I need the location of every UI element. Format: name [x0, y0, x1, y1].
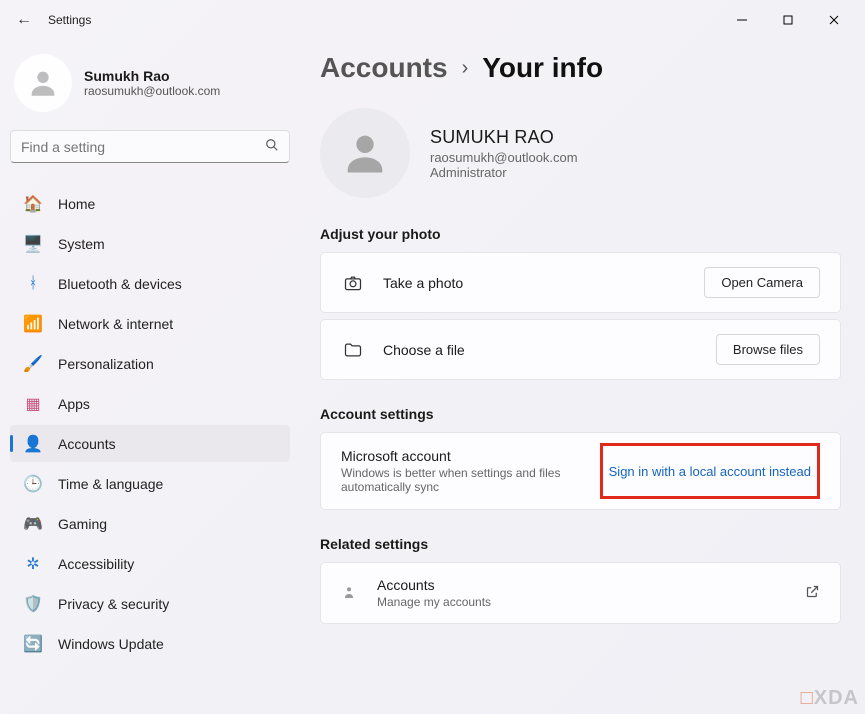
sidebar-item-network-internet[interactable]: 📶 Network & internet: [10, 305, 290, 342]
sidebar-item-accessibility[interactable]: ✲ Accessibility: [10, 545, 290, 582]
breadcrumb-parent[interactable]: Accounts: [320, 52, 448, 84]
sidebar-item-label: Bluetooth & devices: [58, 276, 182, 292]
sign-in-local-account-link[interactable]: Sign in with a local account instead: [609, 464, 811, 479]
profile-email: raosumukh@outlook.com: [430, 150, 578, 165]
profile-header: SUMUKH RAO raosumukh@outlook.com Adminis…: [320, 108, 841, 198]
search-box[interactable]: [10, 130, 290, 163]
choose-file-label: Choose a file: [383, 342, 716, 358]
take-photo-row: Take a photo Open Camera: [321, 253, 840, 312]
ms-account-subtitle: Windows is better when settings and file…: [341, 466, 600, 494]
chevron-right-icon: ›: [462, 57, 469, 80]
open-external-icon: [805, 584, 820, 602]
search-icon: [265, 138, 279, 155]
sidebar-item-label: Windows Update: [58, 636, 164, 652]
sidebar-item-label: Accessibility: [58, 556, 134, 572]
sidebar-item-bluetooth-devices[interactable]: ᚼ Bluetooth & devices: [10, 265, 290, 302]
camera-icon: [341, 273, 365, 293]
profile-name: SUMUKH RAO: [430, 127, 578, 148]
take-photo-label: Take a photo: [383, 275, 704, 291]
bluetooth-devices-icon: ᚼ: [22, 275, 44, 293]
sidebar-item-label: Gaming: [58, 516, 107, 532]
related-accounts-title: Accounts: [377, 577, 805, 593]
sidebar-nav: 🏠 Home 🖥️ System ᚼ Bluetooth & devices 📶 Networ…: [10, 185, 290, 662]
privacy-security-icon: 🛡️: [22, 594, 44, 614]
time-language-icon: 🕒: [22, 474, 44, 494]
related-accounts-row[interactable]: Accounts Manage my accounts: [321, 563, 840, 623]
sidebar-item-system[interactable]: 🖥️ System: [10, 225, 290, 262]
choose-file-row: Choose a file Browse files: [321, 320, 840, 379]
profile-role: Administrator: [430, 165, 578, 180]
section-adjust-photo: Adjust your photo: [320, 226, 841, 242]
maximize-button[interactable]: [765, 4, 811, 36]
section-account-settings: Account settings: [320, 406, 841, 422]
sidebar-item-label: Personalization: [58, 356, 154, 372]
sidebar-item-time-language[interactable]: 🕒 Time & language: [10, 465, 290, 502]
gaming-icon: 🎮: [22, 514, 44, 534]
system-icon: 🖥️: [22, 234, 44, 254]
sidebar-item-accounts[interactable]: 👤 Accounts: [10, 425, 290, 462]
sidebar-item-label: Apps: [58, 396, 90, 412]
ms-account-title: Microsoft account: [341, 448, 600, 464]
minimize-button[interactable]: [719, 4, 765, 36]
sidebar-item-label: Network & internet: [58, 316, 173, 332]
window-title: Settings: [48, 13, 91, 27]
search-input[interactable]: [21, 139, 265, 155]
back-button[interactable]: ←: [8, 11, 40, 29]
home-icon: 🏠: [22, 194, 44, 214]
sidebar-item-apps[interactable]: ▦ Apps: [10, 385, 290, 422]
accounts-icon: 👤: [22, 434, 44, 454]
microsoft-account-row: Microsoft account Windows is better when…: [321, 433, 840, 509]
open-camera-button[interactable]: Open Camera: [704, 267, 820, 298]
sidebar-item-label: Home: [58, 196, 95, 212]
person-icon: [341, 584, 359, 603]
section-related-settings: Related settings: [320, 536, 841, 552]
windows-update-icon: 🔄: [22, 634, 44, 654]
related-accounts-subtitle: Manage my accounts: [377, 595, 805, 609]
user-name: Sumukh Rao: [84, 68, 220, 84]
sidebar-item-privacy-security[interactable]: 🛡️ Privacy & security: [10, 585, 290, 622]
network-internet-icon: 📶: [22, 314, 44, 334]
sidebar-item-label: System: [58, 236, 105, 252]
close-button[interactable]: [811, 4, 857, 36]
accessibility-icon: ✲: [22, 554, 44, 574]
sidebar-item-personalization[interactable]: 🖌️ Personalization: [10, 345, 290, 382]
sidebar-item-home[interactable]: 🏠 Home: [10, 185, 290, 222]
profile-avatar: [320, 108, 410, 198]
breadcrumb-current: Your info: [482, 52, 603, 84]
sidebar-item-label: Accounts: [58, 436, 116, 452]
apps-icon: ▦: [22, 394, 44, 414]
breadcrumb: Accounts › Your info: [320, 52, 841, 84]
watermark: □XDA: [801, 687, 859, 710]
local-account-highlight: Sign in with a local account instead: [600, 443, 820, 499]
folder-icon: [341, 340, 365, 360]
browse-files-button[interactable]: Browse files: [716, 334, 820, 365]
user-email: raosumukh@outlook.com: [84, 84, 220, 98]
avatar: [14, 54, 72, 112]
sidebar-item-windows-update[interactable]: 🔄 Windows Update: [10, 625, 290, 662]
sidebar-item-gaming[interactable]: 🎮 Gaming: [10, 505, 290, 542]
sidebar-item-label: Time & language: [58, 476, 163, 492]
sidebar-item-label: Privacy & security: [58, 596, 169, 612]
personalization-icon: 🖌️: [22, 354, 44, 374]
current-user-block[interactable]: Sumukh Rao raosumukh@outlook.com: [10, 48, 290, 130]
